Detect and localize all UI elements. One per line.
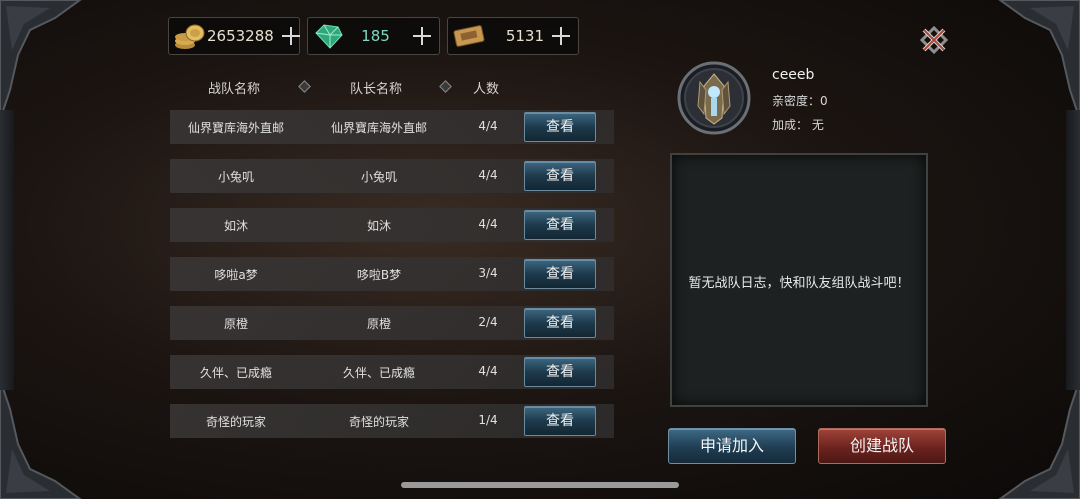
ticket-amount: 5131 — [505, 27, 544, 45]
create-team-button[interactable]: 创建战队 — [818, 428, 946, 464]
view-button[interactable]: 查看 — [524, 357, 596, 387]
leader-name: 仙界寶库海外直邮 — [330, 121, 427, 135]
leader-name: 如沐 — [366, 219, 391, 233]
member-count: 4/4 — [478, 217, 498, 231]
gem-amount: 185 — [361, 27, 390, 45]
ticket-currency: 5131 — [447, 17, 579, 55]
add-gems-button[interactable] — [411, 25, 433, 47]
view-button[interactable]: 查看 — [524, 161, 596, 191]
frame-corner-top-right — [970, 0, 1080, 121]
frame-corner-bottom-left — [0, 378, 110, 499]
gem-currency: 185 — [307, 17, 440, 55]
add-gold-button[interactable] — [280, 25, 301, 47]
sort-leader-icon[interactable] — [439, 80, 452, 93]
member-count: 4/4 — [478, 168, 498, 182]
home-indicator[interactable] — [401, 482, 679, 488]
view-button[interactable]: 查看 — [524, 112, 596, 142]
bonus-value: 加成： 无 — [772, 118, 824, 132]
table-row: 如沐 如沐 4/4 查看 — [170, 208, 614, 242]
gold-coins-icon — [173, 21, 207, 51]
table-row: 哆啦a梦 哆啦B梦 3/4 查看 — [170, 257, 614, 291]
view-button[interactable]: 查看 — [524, 210, 596, 240]
view-button[interactable]: 查看 — [524, 259, 596, 289]
frame-corner-bottom-right — [970, 378, 1080, 499]
frame-edge-right — [1066, 110, 1080, 390]
table-row: 奇怪的玩家 奇怪的玩家 1/4 查看 — [170, 404, 614, 438]
team-name: 哆啦a梦 — [214, 268, 258, 282]
table-row: 久伴、已成瘾 久伴、已成瘾 4/4 查看 — [170, 355, 614, 389]
header-leader-name: 队长名称 — [350, 82, 403, 97]
team-name: 小兔叽 — [217, 170, 254, 184]
green-gem-icon — [312, 21, 346, 51]
leader-name: 原橙 — [366, 317, 391, 331]
team-name: 原橙 — [223, 317, 248, 331]
view-button[interactable]: 查看 — [524, 406, 596, 436]
leader-name: 久伴、已成瘾 — [342, 366, 415, 380]
player-name: ceeeb — [772, 67, 815, 83]
leader-name: 奇怪的玩家 — [348, 415, 409, 429]
header-team-name: 战队名称 — [208, 82, 261, 97]
member-count: 4/4 — [478, 364, 498, 378]
add-tickets-button[interactable] — [550, 25, 572, 47]
empty-log-message: 暂无战队日志，快和队友组队战斗吧！ — [688, 276, 910, 291]
table-row: 原橙 原橙 2/4 查看 — [170, 306, 614, 340]
member-count: 1/4 — [478, 413, 498, 427]
apply-join-button[interactable]: 申请加入 — [668, 428, 796, 464]
sort-team-icon[interactable] — [298, 80, 311, 93]
gold-currency: 2653288 — [168, 17, 301, 55]
table-row: 小兔叽 小兔叽 4/4 查看 — [170, 159, 614, 193]
member-count: 3/4 — [478, 266, 498, 280]
leader-name: 哆啦B梦 — [356, 268, 402, 282]
frame-corner-top-left — [0, 0, 110, 121]
team-name: 仙界寶库海外直邮 — [187, 121, 284, 135]
gold-amount: 2653288 — [207, 27, 274, 45]
ticket-icon — [452, 21, 486, 51]
team-log-panel: 暂无战队日志，快和队友组队战斗吧！ — [670, 153, 928, 407]
intimacy-value: 亲密度：0 — [772, 94, 828, 108]
team-name: 奇怪的玩家 — [205, 415, 266, 429]
team-name: 久伴、已成瘾 — [199, 366, 272, 380]
close-icon[interactable] — [912, 18, 956, 62]
member-count: 4/4 — [478, 119, 498, 133]
avatar[interactable] — [676, 60, 752, 136]
member-count: 2/4 — [478, 315, 498, 329]
view-button[interactable]: 查看 — [524, 308, 596, 338]
table-row: 仙界寶库海外直邮 仙界寶库海外直邮 4/4 查看 — [170, 110, 614, 144]
frame-edge-left — [0, 110, 14, 390]
team-name: 如沐 — [223, 219, 248, 233]
leader-name: 小兔叽 — [360, 170, 397, 184]
header-member-count: 人数 — [473, 82, 500, 97]
